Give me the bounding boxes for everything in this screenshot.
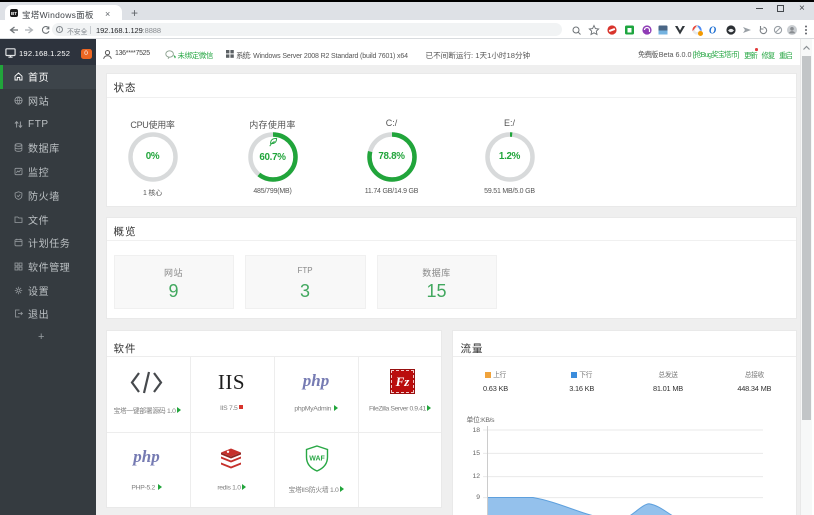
svg-text:WAF: WAF bbox=[309, 456, 325, 463]
svg-text:O: O bbox=[709, 26, 716, 37]
